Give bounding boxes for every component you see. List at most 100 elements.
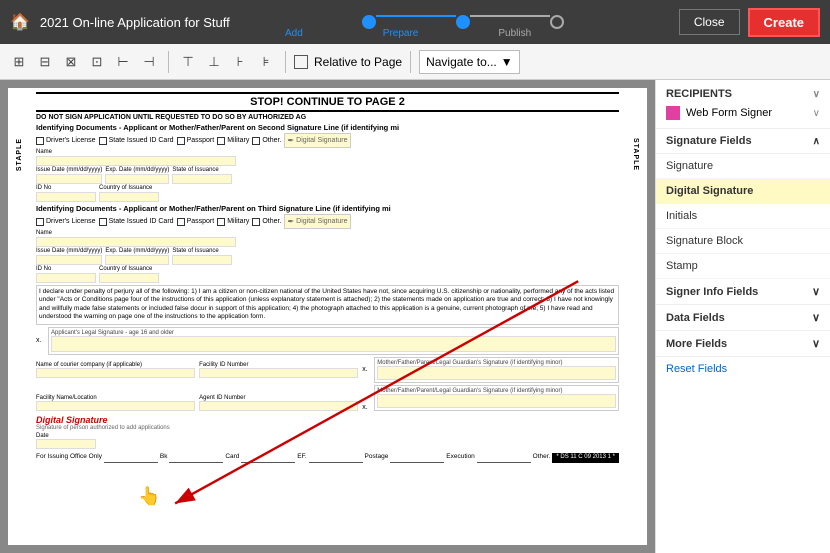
execution-field (390, 453, 444, 463)
reset-fields-link[interactable]: Reset Fields (656, 357, 830, 381)
digital-sig-box-1: ✒Digital Signature (284, 133, 350, 148)
bk-label: Bk (160, 453, 168, 463)
recipients-row: Web Form Signer ∨ (666, 106, 820, 120)
tool-icon-10[interactable]: ⊧ (255, 51, 277, 73)
field-name-2: Name (36, 230, 236, 247)
step-add[interactable] (362, 15, 376, 29)
bottom-issuing-row: For Issuing Office Only Bk Card EF. Post… (36, 453, 619, 463)
home-icon[interactable]: 🏠 (10, 12, 30, 32)
field-digital-sig-label: Digital Signature (666, 185, 753, 197)
id-drivers-2: Driver's License (36, 218, 96, 226)
field-country-1: Country of Issuance (99, 185, 159, 202)
x-mark-2: x. (362, 366, 370, 373)
state-input-1[interactable] (172, 174, 232, 184)
field-item-initials[interactable]: Initials (656, 204, 830, 229)
tool-icon-3[interactable]: ⊠ (60, 51, 82, 73)
tool-icon-6[interactable]: ⊣ (138, 51, 160, 73)
field-issue-2: Issue Date (mm/dd/yyyy) (36, 248, 102, 265)
idno-label-1: ID No (36, 185, 96, 191)
date-label: Date (36, 433, 619, 439)
x-mark-3: x. (362, 404, 370, 411)
form-row-dates-1: Issue Date (mm/dd/yyyy) Exp. Date (mm/dd… (36, 167, 619, 184)
warning-text: DO NOT SIGN APPLICATION UNTIL REQUESTED … (36, 114, 619, 121)
relative-checkbox[interactable] (294, 55, 308, 69)
country-input-1[interactable] (99, 192, 159, 202)
tool-icon-9[interactable]: ⊦ (229, 51, 251, 73)
agent-id-input[interactable] (199, 401, 358, 411)
field-item-signature[interactable]: Signature (656, 154, 830, 179)
tool-icon-1[interactable]: ⊞ (8, 51, 30, 73)
sig-input-parent2[interactable] (377, 394, 616, 408)
bk-field (104, 453, 158, 463)
field-item-stamp[interactable]: Stamp (656, 254, 830, 279)
form-row-name-1: Name (36, 149, 619, 166)
country-label-2: Country of Issuance (99, 266, 159, 272)
facility-id-input[interactable] (199, 368, 358, 378)
issue-label-2: Issue Date (mm/dd/yyyy) (36, 248, 102, 254)
more-fields-header[interactable]: More Fields ∨ (656, 331, 830, 357)
date-input[interactable] (36, 439, 96, 449)
toolbar-sep-2 (285, 51, 286, 73)
cursor-hand-icon: 👆 (138, 486, 160, 507)
form-row-id-1: ID No Country of Issuance (36, 185, 619, 202)
digital-sig-area: Digital Signature Signature of person au… (36, 415, 619, 451)
card-label: Card (225, 453, 239, 463)
recipients-header[interactable]: RECIPIENTS ∨ (666, 88, 820, 100)
digital-sig-field-label: Digital Signature (36, 415, 619, 425)
id-passport-2: Passport (177, 218, 215, 226)
id-drivers-license: Driver's License (36, 137, 96, 145)
exp-input-2[interactable] (105, 255, 169, 265)
sig-section: x. Applicant's Legal Signature - age 16 … (36, 327, 619, 355)
idno-input-2[interactable] (36, 273, 96, 283)
recipients-chevron: ∨ (813, 89, 820, 100)
issue-input-1[interactable] (36, 174, 102, 184)
tool-icon-4[interactable]: ⊡ (86, 51, 108, 73)
tool-icon-2[interactable]: ⊟ (34, 51, 56, 73)
field-exp-2: Exp. Date (mm/dd/yyyy) (105, 248, 169, 265)
navigate-dropdown[interactable]: Navigate to... ▼ (419, 50, 520, 74)
top-bar-actions: Close Create (679, 8, 820, 37)
id-state-2: State Issued ID Card (99, 218, 174, 226)
data-fields-header[interactable]: Data Fields ∨ (656, 305, 830, 331)
id-row-2: Driver's License State Issued ID Card Pa… (36, 214, 619, 229)
field-item-sig-block[interactable]: Signature Block (656, 229, 830, 254)
signer-info-header[interactable]: Signer Info Fields ∨ (656, 279, 830, 305)
id-military: Military (217, 137, 249, 145)
progress-line-2 (470, 15, 550, 17)
facility-input[interactable] (36, 368, 195, 378)
idno-input-1[interactable] (36, 192, 96, 202)
execution-label: Execution (446, 453, 475, 463)
recipient-chevron: ∨ (813, 108, 820, 119)
create-button[interactable]: Create (748, 8, 820, 37)
sig-block-parent1: Mother/Father/Parent/Legal Guardian's Si… (374, 357, 619, 383)
stop-header: STOP! CONTINUE TO PAGE 2 (36, 92, 619, 112)
country-input-2[interactable] (99, 273, 159, 283)
state-label-1: State of Issuance (172, 167, 232, 173)
recipient-name: Web Form Signer (686, 107, 807, 119)
sig-person-label: Signature of person authorized to add ap… (36, 425, 619, 431)
sig-input-applicant[interactable] (51, 336, 616, 352)
staple-right: STAPLE (632, 138, 639, 171)
close-button[interactable]: Close (679, 9, 740, 35)
step-publish[interactable] (550, 15, 564, 29)
top-bar: 🏠 2021 On-line Application for Stuff Add… (0, 0, 830, 44)
issue-input-2[interactable] (36, 255, 102, 265)
name-input-1[interactable] (36, 156, 236, 166)
exp-input-1[interactable] (105, 174, 169, 184)
other-label: Other. (533, 453, 551, 463)
facility-name-input[interactable] (36, 401, 195, 411)
step-prepare[interactable] (456, 15, 470, 29)
name-input-2[interactable] (36, 237, 236, 247)
field-item-digital-signature[interactable]: Digital Signature (656, 179, 830, 204)
navigate-label: Navigate to... (426, 55, 497, 69)
right-panel: RECIPIENTS ∨ Web Form Signer ∨ Signature… (655, 80, 830, 553)
sig-input-parent1[interactable] (377, 366, 616, 380)
tool-icon-7[interactable]: ⊤ (177, 51, 199, 73)
state-input-2[interactable] (172, 255, 232, 265)
tool-icon-5[interactable]: ⊢ (112, 51, 134, 73)
form-row-id-2: ID No Country of Issuance (36, 266, 619, 283)
id-military-2: Military (217, 218, 249, 226)
sig-fields-header[interactable]: Signature Fields ∧ (656, 129, 830, 154)
tool-icon-8[interactable]: ⊥ (203, 51, 225, 73)
field-sig-block-label: Signature Block (666, 235, 743, 247)
